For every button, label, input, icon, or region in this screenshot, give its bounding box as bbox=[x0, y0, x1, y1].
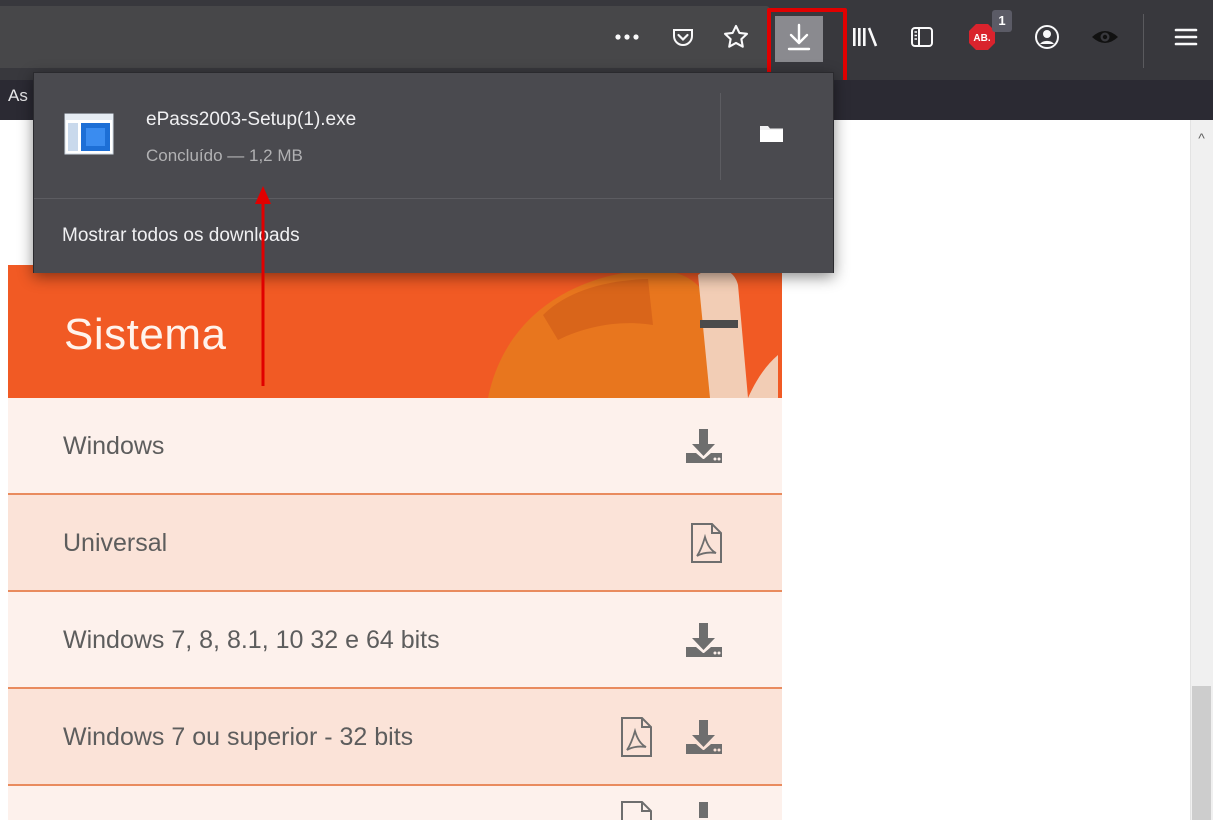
hero-title: Sistema bbox=[64, 310, 227, 359]
downloads-list: Windows Universal Windows 7, 8, 8.1, 10 … bbox=[8, 398, 782, 820]
library-icon[interactable] bbox=[850, 22, 880, 52]
list-item[interactable]: Windows 7, 8, 8.1, 10 32 e 64 bits bbox=[8, 592, 782, 689]
download-icon[interactable] bbox=[682, 715, 726, 759]
list-item[interactable]: Windows bbox=[8, 398, 782, 495]
account-icon[interactable] bbox=[1032, 22, 1062, 52]
list-item-label: Windows bbox=[63, 432, 165, 460]
adblock-count-badge: 1 bbox=[992, 10, 1012, 32]
scrollbar-thumb[interactable] bbox=[1192, 686, 1211, 820]
exe-file-icon bbox=[64, 113, 114, 155]
pdf-icon[interactable] bbox=[614, 715, 658, 759]
browser-toolbar: AB. 1 bbox=[0, 0, 1213, 86]
download-icon[interactable] bbox=[682, 618, 726, 662]
download-status: Concluído — 1,2 MB bbox=[146, 146, 303, 165]
show-all-downloads-label: Mostrar todos os downloads bbox=[62, 225, 300, 246]
hero-person-image bbox=[488, 268, 778, 398]
download-icon[interactable] bbox=[682, 800, 726, 820]
scroll-up-arrow-icon[interactable]: ^ bbox=[1192, 128, 1211, 148]
folder-icon bbox=[759, 123, 785, 148]
url-bar[interactable] bbox=[0, 6, 770, 68]
list-item-label: Universal bbox=[63, 529, 168, 557]
download-item-divider bbox=[720, 93, 721, 180]
open-folder-button[interactable] bbox=[752, 118, 792, 152]
toolbar-separator bbox=[1143, 14, 1144, 68]
pdf-icon[interactable] bbox=[684, 521, 728, 565]
download-file-name: ePass2003-Setup(1).exe bbox=[146, 109, 357, 130]
sidebar-icon[interactable] bbox=[907, 22, 937, 52]
list-item[interactable] bbox=[8, 786, 782, 820]
downloads-panel: ePass2003-Setup(1).exe Concluído — 1,2 M… bbox=[33, 72, 834, 273]
more-icon[interactable] bbox=[612, 22, 642, 52]
download-item[interactable]: ePass2003-Setup(1).exe Concluído — 1,2 M… bbox=[34, 73, 833, 198]
show-all-downloads-button[interactable]: Mostrar todos os downloads bbox=[34, 199, 833, 273]
list-item-label: Windows 7, 8, 8.1, 10 32 e 64 bits bbox=[63, 626, 440, 654]
menu-icon[interactable] bbox=[1171, 22, 1201, 52]
bookmark-star-icon[interactable] bbox=[721, 22, 751, 52]
extension-eye-icon[interactable] bbox=[1090, 22, 1120, 52]
list-item[interactable]: Windows 7 ou superior - 32 bits bbox=[8, 689, 782, 786]
pocket-icon[interactable] bbox=[668, 22, 698, 52]
download-icon[interactable] bbox=[682, 424, 726, 468]
svg-text:AB.: AB. bbox=[973, 33, 990, 44]
bookmark-item-partial[interactable]: As bbox=[8, 86, 28, 106]
list-item[interactable]: Universal bbox=[8, 495, 782, 592]
hero-banner: Sistema bbox=[8, 265, 782, 398]
list-item-label: Windows 7 ou superior - 32 bits bbox=[63, 723, 414, 751]
pdf-icon[interactable] bbox=[614, 800, 658, 820]
